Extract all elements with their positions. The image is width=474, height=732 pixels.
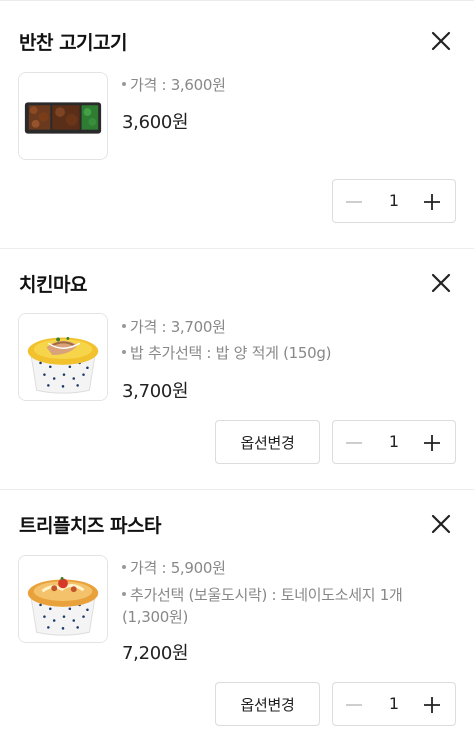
item-price: 7,200원 [122, 643, 189, 664]
item-option-line: 밥 추가선택 : 밥 양 적게 (150g) [122, 342, 331, 363]
quantity-value: 1 [388, 191, 400, 210]
option-text: 밥 추가선택 : 밥 양 적게 (150g) [130, 344, 332, 362]
option-text: 가격 : 3,600원 [130, 76, 226, 94]
item-price: 3,700원 [122, 381, 189, 402]
item-option-line: 가격 : 3,700원 [122, 316, 226, 337]
quantity-stepper: 1 [332, 682, 456, 726]
close-icon[interactable] [430, 30, 452, 52]
item-title: 치킨마요 [19, 274, 87, 296]
item-divider [0, 489, 474, 490]
item-divider [0, 248, 474, 249]
quantity-stepper: 1 [332, 179, 456, 223]
minus-icon[interactable] [343, 191, 365, 213]
option-text: 추가선택 (보울도시락) : 토네이도소세지 1개 [130, 586, 403, 604]
plus-icon[interactable] [421, 191, 443, 213]
item-title: 트리플치즈 파스타 [19, 515, 161, 537]
item-option-line: (1,300원) [122, 606, 188, 627]
close-icon[interactable] [430, 513, 452, 535]
plus-icon[interactable] [421, 694, 443, 716]
option-text: (1,300원) [122, 608, 189, 626]
item-option-line: 가격 : 5,900원 [122, 557, 226, 578]
product-image [18, 313, 108, 401]
quantity-value: 1 [388, 432, 400, 451]
quantity-stepper: 1 [332, 420, 456, 464]
close-icon[interactable] [430, 272, 452, 294]
item-price: 3,600원 [122, 112, 189, 133]
product-image [18, 555, 108, 643]
minus-icon[interactable] [343, 432, 365, 454]
option-text: 가격 : 5,900원 [130, 559, 226, 577]
plus-icon[interactable] [421, 432, 443, 454]
item-title: 반찬 고기고기 [19, 32, 128, 54]
top-divider [0, 0, 474, 6]
item-option-line: 가격 : 3,600원 [122, 74, 226, 95]
change-option-button[interactable]: 옵션변경 [215, 420, 320, 464]
option-text: 가격 : 3,700원 [130, 318, 226, 336]
product-image [18, 72, 108, 160]
change-option-button[interactable]: 옵션변경 [215, 682, 320, 726]
item-option-line: 추가선택 (보울도시락) : 토네이도소세지 1개 [122, 584, 403, 605]
minus-icon[interactable] [343, 694, 365, 716]
quantity-value: 1 [388, 694, 400, 713]
